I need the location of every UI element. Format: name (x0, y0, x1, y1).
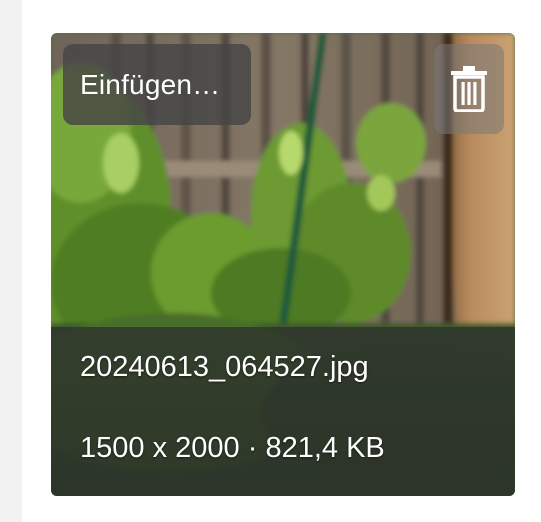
insert-button[interactable]: Einfügen… (63, 44, 251, 125)
file-size: 821,4 KB (265, 432, 385, 464)
image-attachment-card[interactable]: Einfügen… 20240613_064527.jpg 1500 x 200… (51, 33, 515, 496)
meta-separator: · (239, 432, 266, 464)
delete-button[interactable] (434, 44, 504, 134)
file-name: 20240613_064527.jpg (80, 351, 369, 383)
file-meta: 1500 x 2000 · 821,4 KB (80, 432, 385, 465)
left-panel-edge (0, 0, 22, 522)
image-dimensions: 1500 x 2000 (80, 432, 240, 464)
file-info-panel: 20240613_064527.jpg 1500 x 2000 · 821,4 … (51, 327, 515, 496)
trash-icon (451, 66, 487, 112)
